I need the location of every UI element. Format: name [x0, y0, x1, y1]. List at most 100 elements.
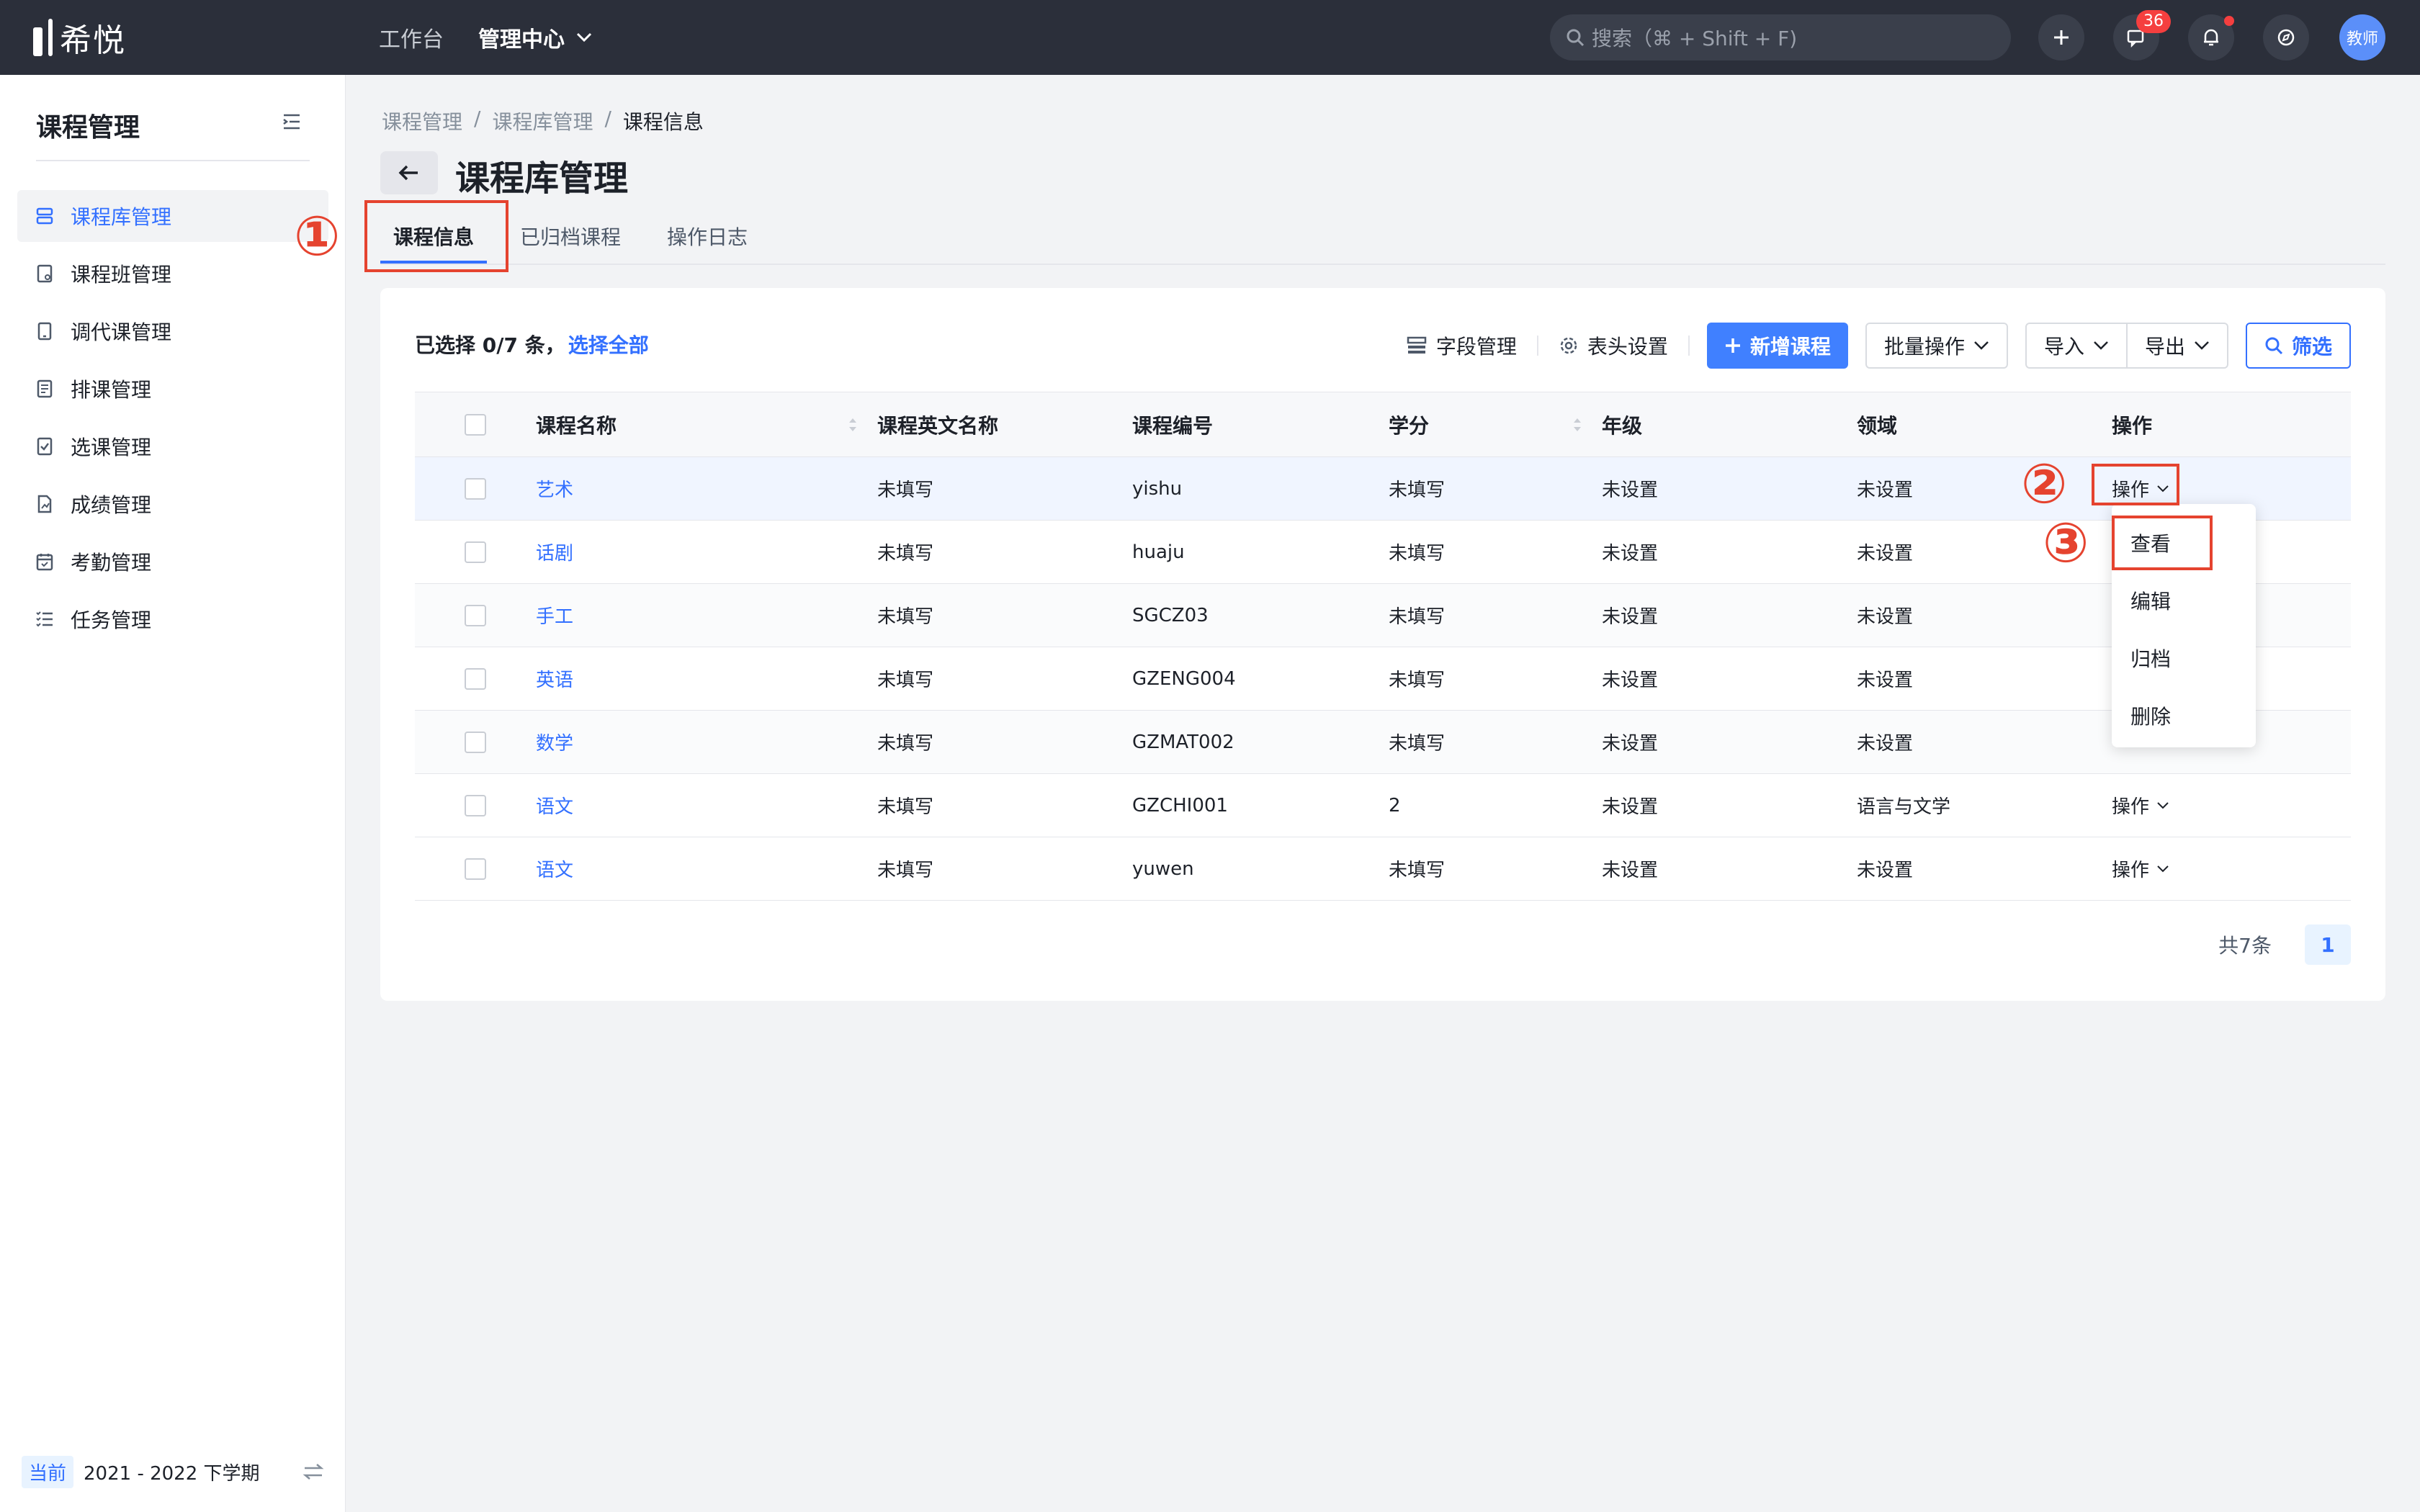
sidebar-item-label: 选课管理	[71, 436, 152, 459]
course-name-link[interactable]: 语文	[536, 796, 573, 818]
column-header-credit[interactable]: 学分	[1389, 410, 1602, 439]
column-header-operations: 操作	[2112, 413, 2153, 438]
course-name-link[interactable]: 艺术	[536, 480, 573, 501]
annotation-number-1: ①	[294, 204, 341, 268]
table-row: 语文 未填写 yuwen 未填写 未设置 未设置 操作	[415, 837, 2351, 900]
new-course-button[interactable]: 新增课程	[1706, 323, 1848, 369]
sidebar-item-course-class[interactable]: 课程班管理	[17, 248, 328, 300]
batch-operations-dropdown[interactable]: 批量操作	[1865, 323, 2008, 369]
row-checkbox[interactable]	[465, 731, 486, 753]
sidebar-divider	[36, 160, 310, 161]
selection-info: 已选择 0/7 条， 选择全部	[415, 330, 649, 359]
user-avatar[interactable]: 教师	[2339, 14, 2385, 60]
tab-archived-courses[interactable]: 已归档课程	[507, 209, 634, 264]
course-name-link[interactable]: 语文	[536, 860, 573, 881]
filter-button[interactable]: 筛选	[2245, 323, 2351, 369]
menu-item-edit[interactable]: 编辑	[2112, 572, 2256, 629]
sidebar-item-attendance[interactable]: 考勤管理	[17, 536, 328, 588]
row-checkbox[interactable]	[465, 541, 486, 563]
row-checkbox[interactable]	[465, 477, 486, 500]
page-number-button[interactable]: 1	[2305, 924, 2351, 965]
row-checkbox[interactable]	[465, 604, 486, 626]
sidebar-item-course-selection[interactable]: 选课管理	[17, 420, 328, 472]
course-name-link[interactable]: 话剧	[536, 543, 573, 564]
select-all-checkbox[interactable]	[465, 413, 486, 436]
export-label: 导出	[2144, 335, 2185, 359]
select-all-link[interactable]: 选择全部	[568, 333, 649, 357]
operations-label: 操作	[2112, 860, 2150, 881]
export-dropdown[interactable]: 导出	[2127, 323, 2228, 369]
breadcrumb-item[interactable]: 课程管理	[382, 107, 462, 135]
sidebar-item-grades[interactable]: 成绩管理	[17, 478, 328, 530]
add-button[interactable]	[2038, 14, 2084, 60]
column-header-label: 学分	[1389, 413, 1430, 438]
swap-icon[interactable]	[302, 1462, 324, 1481]
global-search-input[interactable]: 搜索（⌘ + Shift + F)	[1550, 14, 2011, 60]
compass-icon	[2277, 29, 2295, 46]
course-table-card: 已选择 0/7 条， 选择全部 字段管理 表头设置 新增课程 批量操作 导入 导出	[380, 288, 2385, 1001]
course-name-link[interactable]: 英语	[536, 670, 573, 691]
cell-grade: 未设置	[1602, 670, 1659, 691]
cell-credit: 未填写	[1389, 733, 1446, 755]
annotation-box-3	[2112, 516, 2213, 570]
menu-item-delete[interactable]: 删除	[2112, 687, 2256, 744]
menu-fold-icon	[283, 114, 300, 130]
breadcrumb-item[interactable]: 课程库管理	[492, 107, 593, 135]
menu-item-archive[interactable]: 归档	[2112, 629, 2256, 687]
filter-label: 筛选	[2291, 335, 2332, 359]
sort-icon[interactable]	[1572, 415, 1583, 435]
pagination: 共7条 1	[2218, 924, 2351, 965]
cell-field: 未设置	[1857, 480, 1914, 501]
sidebar-item-label: 课程班管理	[71, 263, 172, 287]
plus-icon	[1725, 338, 1740, 353]
breadcrumb-separator: /	[604, 107, 611, 130]
cell-course-code: GZCHI001	[1132, 794, 1228, 816]
plus-icon	[2054, 30, 2069, 45]
import-export-group: 导入 导出	[2025, 323, 2228, 369]
sort-icon[interactable]	[847, 415, 859, 435]
fields-icon	[1407, 336, 1427, 354]
semester-selector[interactable]: 当前 2021 - 2022 下学期	[22, 1449, 324, 1495]
course-name-link[interactable]: 手工	[536, 606, 573, 628]
collapse-sidebar-button[interactable]	[282, 111, 301, 135]
row-checkbox[interactable]	[465, 794, 486, 816]
field-management-label: 字段管理	[1435, 335, 1517, 359]
row-operations-dropdown[interactable]: 操作	[2112, 855, 2351, 882]
column-header-grade: 年级	[1602, 413, 1643, 438]
apps-button[interactable]	[2263, 14, 2309, 60]
top-nav-management-center-label: 管理中心	[478, 27, 565, 53]
app-logo[interactable]: 希悦	[33, 14, 177, 60]
column-header-course-name[interactable]: 课程名称	[536, 410, 877, 439]
row-checkbox[interactable]	[465, 858, 486, 880]
row-operations-dropdown[interactable]: 操作	[2112, 792, 2351, 819]
sidebar-item-substitution[interactable]: 调代课管理	[17, 305, 328, 357]
top-nav-workbench[interactable]: 工作台	[379, 22, 444, 53]
column-header-english-name: 课程英文名称	[877, 413, 999, 438]
import-dropdown[interactable]: 导入	[2025, 323, 2128, 369]
field-management-button[interactable]: 字段管理	[1406, 331, 1517, 360]
table-toolbar: 字段管理 表头设置 新增课程 批量操作 导入 导出 筛选	[1386, 323, 2351, 369]
cell-course-code: huaju	[1132, 541, 1185, 563]
column-header-field: 领域	[1857, 413, 1898, 438]
gear-icon	[1560, 337, 1577, 354]
top-nav-management-center[interactable]: 管理中心	[478, 22, 592, 53]
chevron-down-icon	[1974, 341, 1989, 350]
sidebar-item-course-library[interactable]: 课程库管理	[17, 190, 328, 242]
cell-course-code: SGCZ03	[1132, 604, 1209, 626]
row-checkbox[interactable]	[465, 667, 486, 690]
sidebar-item-scheduling[interactable]: 排课管理	[17, 363, 328, 415]
table-row: 手工 未填写 SGCZ03 未填写 未设置 未设置	[415, 583, 2351, 647]
chevron-down-icon	[2094, 341, 2108, 350]
cell-english-name: 未填写	[877, 543, 934, 564]
cell-grade: 未设置	[1602, 860, 1659, 881]
semester-value: 2021 - 2022 下学期	[84, 1462, 260, 1485]
tab-operation-log[interactable]: 操作日志	[654, 209, 761, 264]
breadcrumb: 课程管理 / 课程库管理 / 课程信息	[382, 107, 704, 135]
sidebar-item-tasks[interactable]: 任务管理	[17, 593, 328, 645]
cell-credit: 未填写	[1389, 860, 1446, 881]
batch-operations-label: 批量操作	[1883, 335, 1965, 359]
course-name-link[interactable]: 数学	[536, 733, 573, 755]
back-button[interactable]	[380, 151, 438, 194]
cell-course-code: GZENG004	[1132, 667, 1236, 690]
header-settings-button[interactable]: 表头设置	[1559, 331, 1668, 360]
